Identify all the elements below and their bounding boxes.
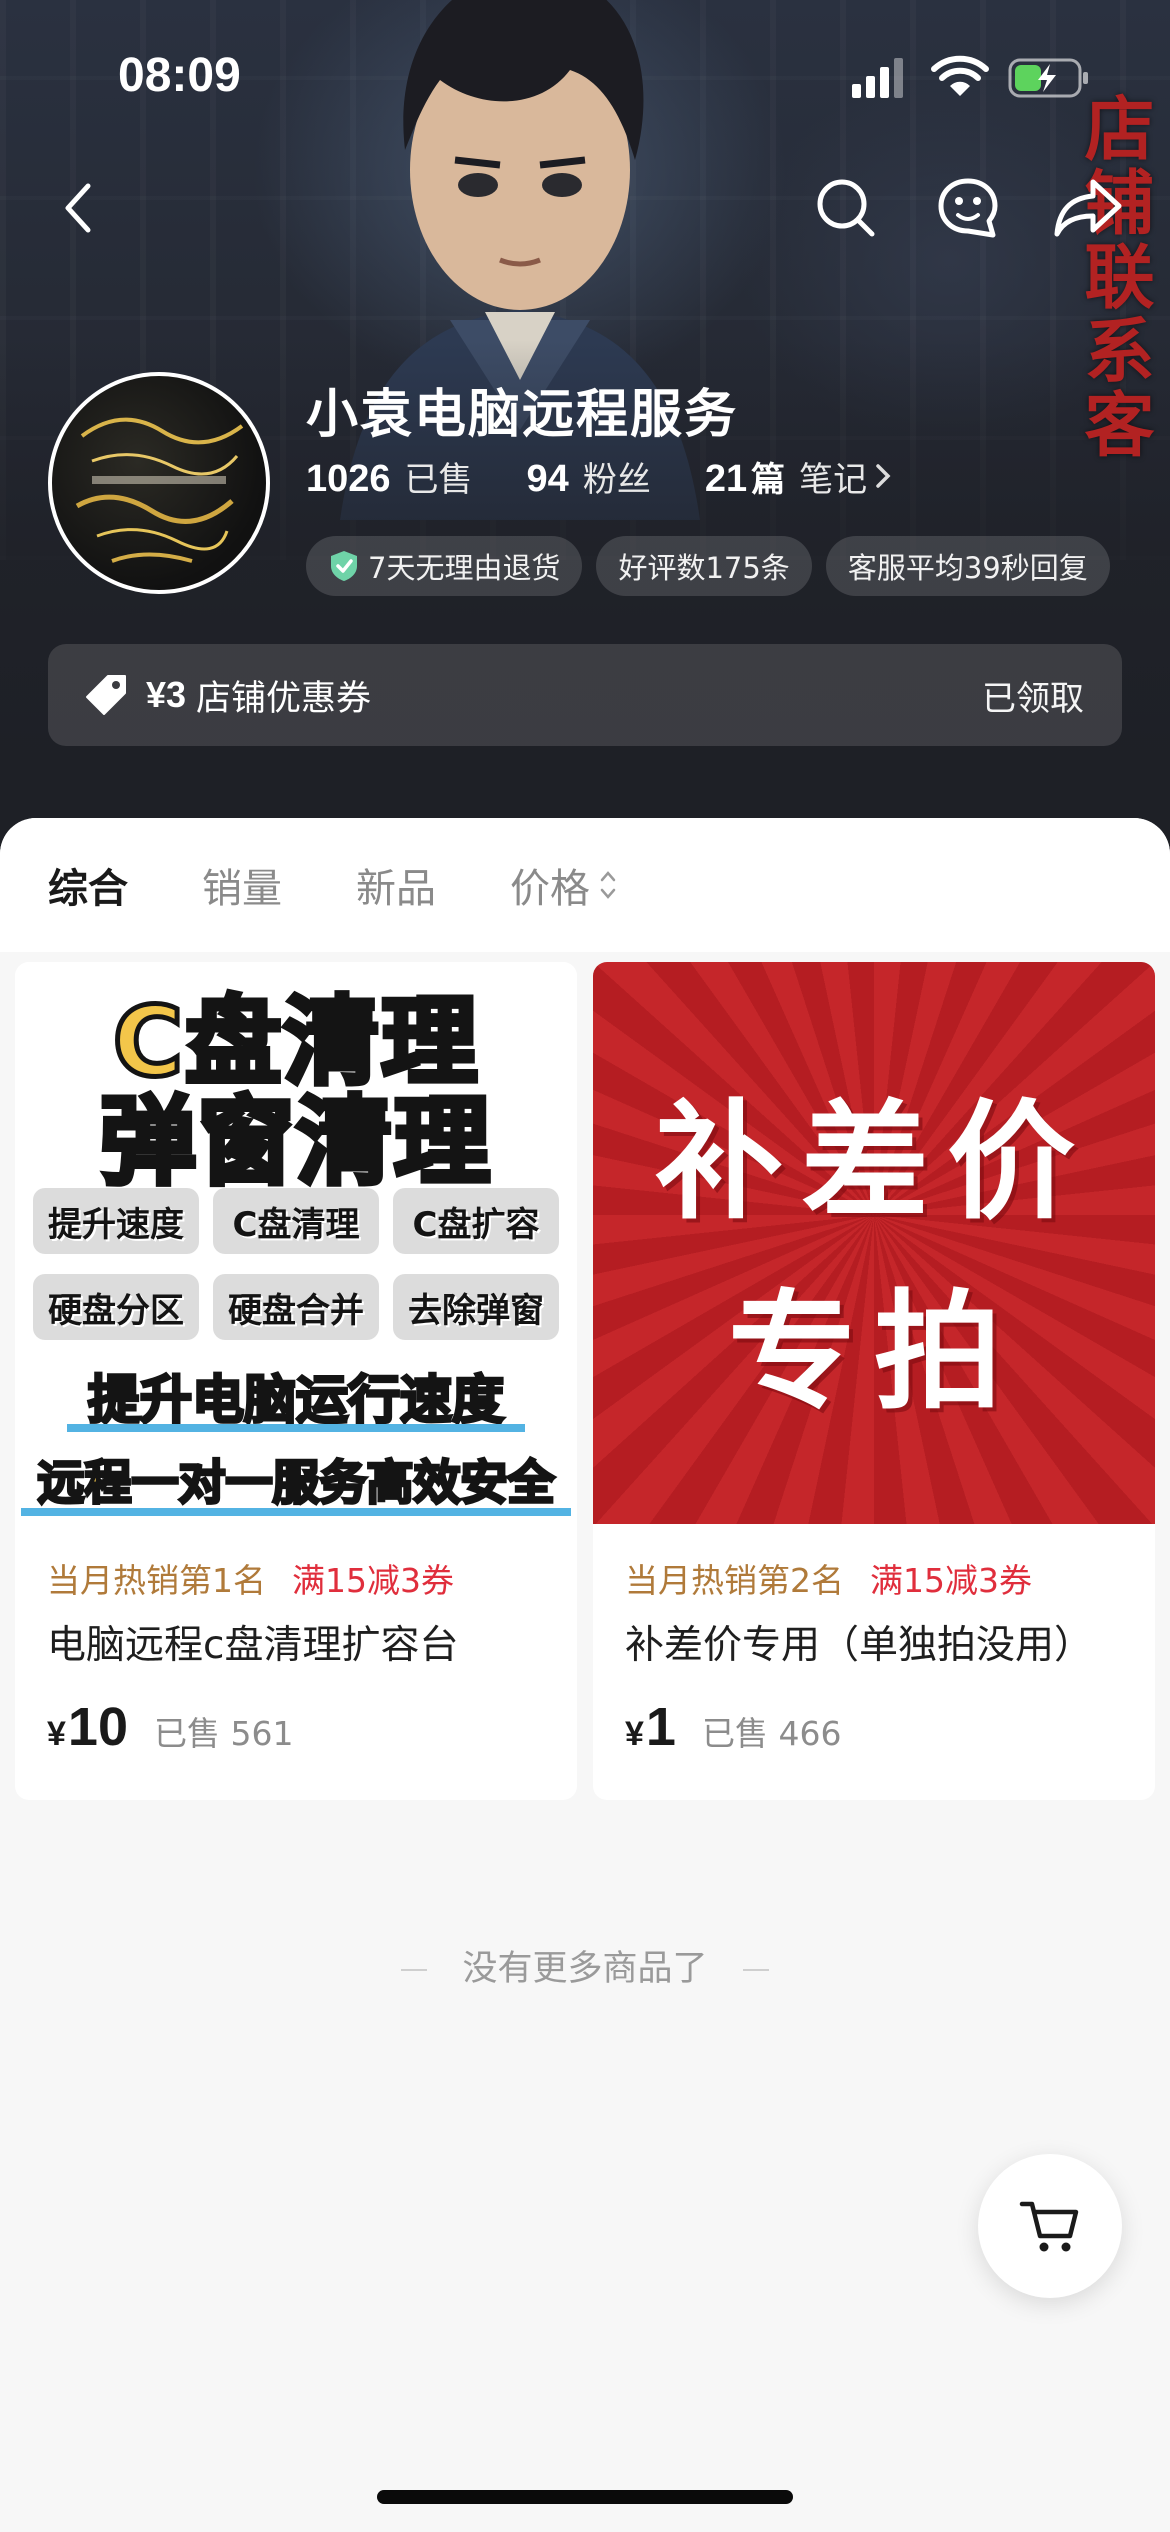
product-card[interactable]: C盘清理 弹窗清理 提升速度 C盘清理 C盘扩容 硬盘分区 硬盘合并 去除弹窗 … (15, 962, 577, 1800)
product-tags: 当月热销第1名 满15减3券 (47, 1554, 454, 1602)
image-headline: 弹窗清理 (98, 1084, 493, 1201)
currency-symbol: ¥ (625, 1715, 644, 1753)
image-line: 补差价 (654, 1087, 1093, 1237)
image-chip-row: 硬盘分区 硬盘合并 去除弹窗 (33, 1274, 559, 1340)
sold-label: 已售 (404, 460, 473, 500)
sort-arrows-icon (598, 865, 618, 905)
product-title[interactable]: 补差价专用（单独拍没用） (625, 1614, 1093, 1670)
tab-price-label: 价格 (510, 866, 590, 912)
wifi-icon (931, 55, 989, 96)
product-card[interactable]: 补差价 专拍 当月热销第2名 满15减3券 补差价专用（单独拍没用） ¥ 1 已… (593, 962, 1155, 1800)
image-chip: 提升速度 (33, 1188, 199, 1254)
end-of-list: 没有更多商品了 (0, 1940, 1170, 1991)
image-underline (21, 1508, 571, 1516)
promo-tag: 满15减3券 (292, 1561, 454, 1600)
fans-label: 粉丝 (582, 460, 651, 500)
chat-icon (938, 178, 998, 238)
share-button[interactable] (1048, 168, 1128, 248)
shield-check-icon (328, 549, 360, 583)
coupon-title: 店铺优惠券 (196, 678, 372, 719)
image-chip: C盘清理 (213, 1188, 379, 1254)
divider (401, 1969, 428, 1971)
signal-icon (852, 58, 903, 98)
battery-icon (1008, 58, 1088, 98)
image-chip: 硬盘分区 (33, 1274, 199, 1340)
coupon-status: 已领取 (982, 678, 1084, 719)
tag-reviews[interactable]: 好评数175条 (596, 536, 812, 596)
cart-button[interactable] (978, 2154, 1122, 2298)
image-chip: 硬盘合并 (213, 1274, 379, 1340)
tag-return-policy[interactable]: 7天无理由退货 (306, 536, 583, 596)
status-icons (852, 55, 1088, 98)
side-banner-text: 店铺联系客 (1073, 92, 1155, 462)
store-coupon[interactable]: ¥3 店铺优惠券 已领取 (48, 644, 1122, 746)
product-price: 10 (67, 1697, 128, 1757)
tag-label: 客服平均39秒回复 (847, 551, 1088, 585)
search-button[interactable] (806, 168, 886, 248)
no-more-text: 没有更多商品了 (462, 1949, 708, 1989)
tab-sales[interactable]: 销量 (202, 856, 282, 914)
promo-tag: 满15减3券 (870, 1561, 1032, 1600)
notes-count: 21 (704, 458, 748, 500)
coupon-amount: ¥3 (146, 674, 187, 715)
back-arrow-icon (65, 183, 91, 233)
store-stats: 1026 已售 94 粉丝 21 篇 笔记 (306, 452, 893, 501)
image-chip-row: 提升速度 C盘清理 C盘扩容 (33, 1188, 559, 1254)
image-chip: 去除弹窗 (393, 1274, 559, 1340)
chevron-right-icon[interactable] (873, 461, 893, 491)
tag-response-time[interactable]: 客服平均39秒回复 (825, 536, 1110, 596)
product-image[interactable]: C盘清理 弹窗清理 提升速度 C盘清理 C盘扩容 硬盘分区 硬盘合并 去除弹窗 … (15, 962, 577, 1524)
price-row: ¥ 10 已售 561 (47, 1696, 293, 1758)
image-line: 提升电脑运行速度 (86, 1370, 505, 1433)
tag-label: 好评数175条 (618, 551, 790, 585)
fans-count: 94 (526, 458, 569, 500)
share-icon (1054, 179, 1122, 237)
cart-icon (1019, 2201, 1079, 2252)
sold-count: 已售 466 (701, 1714, 842, 1753)
product-tags: 当月热销第2名 满15减3券 (625, 1554, 1032, 1602)
coupon-tag-icon (84, 673, 128, 717)
tab-price[interactable]: 价格 (510, 856, 618, 914)
store-avatar[interactable] (48, 372, 270, 594)
divider (742, 1969, 769, 1971)
hot-rank-tag: 当月热销第1名 (47, 1561, 266, 1600)
hot-rank-tag: 当月热销第2名 (625, 1561, 844, 1600)
home-indicator[interactable] (377, 2490, 793, 2504)
image-line: 远程一对一服务高效安全 (36, 1455, 556, 1513)
notes-unit: 篇 (751, 460, 786, 500)
image-underline (67, 1424, 525, 1432)
tab-new[interactable]: 新品 (356, 856, 436, 914)
tab-comprehensive[interactable]: 综合 (48, 856, 128, 914)
currency-symbol: ¥ (47, 1715, 66, 1753)
product-title[interactable]: 电脑远程c盘清理扩容台 (47, 1614, 458, 1670)
image-line: 专拍 (727, 1277, 1020, 1427)
avatar-artwork (75, 417, 244, 563)
sold-count: 1026 (306, 458, 391, 500)
product-image[interactable]: 补差价 专拍 (593, 962, 1155, 1524)
status-time: 08:09 (118, 49, 241, 102)
product-price: 1 (645, 1697, 676, 1757)
search-icon (817, 179, 875, 237)
tag-label: 7天无理由退货 (368, 551, 561, 585)
store-page: 店铺联系客 08:09 小袁电脑远程服务 1026 已售 94 粉丝 21 篇 … (0, 0, 1170, 2532)
image-chip: C盘扩容 (393, 1188, 559, 1254)
chat-button[interactable] (928, 168, 1008, 248)
sold-count: 已售 561 (154, 1714, 294, 1753)
store-name: 小袁电脑远程服务 (306, 385, 739, 445)
back-button[interactable] (38, 168, 118, 248)
price-row: ¥ 1 已售 466 (625, 1696, 841, 1758)
service-tags: 7天无理由退货 好评数175条 客服平均39秒回复 (306, 536, 1110, 596)
sort-tabs: 综合 销量 新品 价格 (0, 818, 1170, 952)
notes-link[interactable]: 笔记 (799, 452, 867, 501)
